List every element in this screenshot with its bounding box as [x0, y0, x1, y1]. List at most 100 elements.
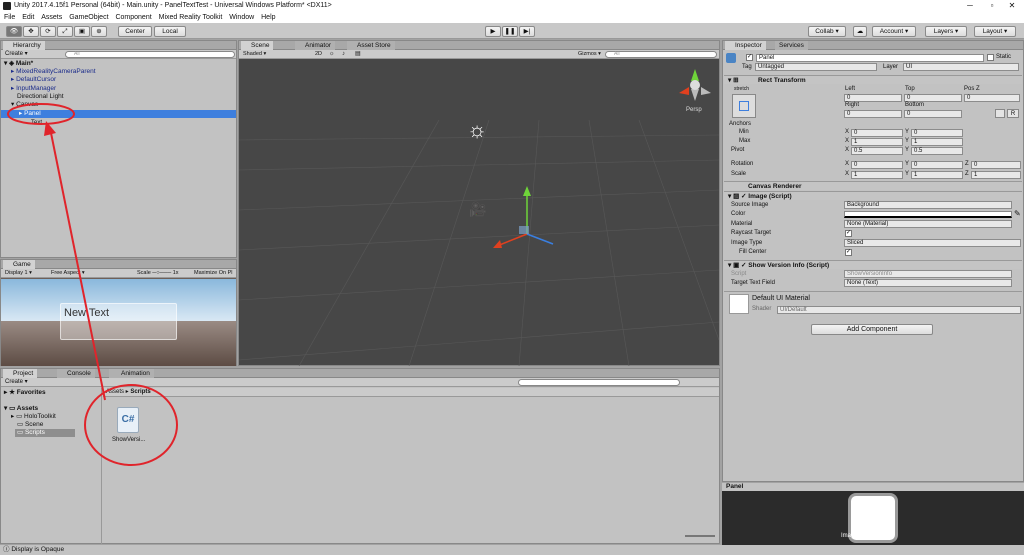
hierarchy-item-default-cursor[interactable]: ▸ DefaultCursor	[11, 76, 56, 84]
menu-file[interactable]: File	[4, 14, 15, 21]
scale-x[interactable]: 1	[851, 171, 903, 179]
menu-mrtk[interactable]: Mixed Reality Toolkit	[159, 14, 223, 21]
sun-icon[interactable]: ☼	[467, 117, 487, 143]
tag-select[interactable]: Untagged	[755, 63, 877, 71]
tab-scene[interactable]: Scene	[241, 41, 274, 50]
folder-scripts[interactable]: ▭ Scripts	[15, 429, 75, 437]
folder-holotoolkit[interactable]: ▸ ▭ HoloToolkit	[11, 413, 56, 421]
folder-scene[interactable]: ▭ Scene	[17, 421, 43, 429]
pivot-x[interactable]: 0.5	[851, 147, 903, 155]
image-type-select[interactable]: Sliced	[844, 239, 1021, 247]
play-icon[interactable]: ▶	[485, 26, 501, 37]
project-search-input[interactable]	[518, 379, 680, 386]
favorites-item[interactable]: ▸ ★ Favorites	[4, 389, 46, 397]
breadcrumb-assets[interactable]: Assets	[106, 389, 124, 395]
shader-select[interactable]: UI/Default	[777, 306, 1021, 314]
hierarchy-search-input[interactable]: All	[65, 51, 235, 58]
scale-z[interactable]: 1	[971, 171, 1021, 179]
camera-icon[interactable]: 🎥	[469, 201, 486, 218]
menu-help[interactable]: Help	[261, 14, 275, 21]
hierarchy-item-input-manager[interactable]: ▸ InputManager	[11, 85, 56, 93]
hand-tool-icon[interactable]: 👁	[6, 26, 22, 37]
add-component-button[interactable]: Add Component	[811, 324, 933, 335]
assets-root-item[interactable]: ▾ ▭ Assets	[4, 405, 38, 413]
static-checkbox[interactable]	[987, 54, 994, 61]
right-field[interactable]: 0	[844, 110, 902, 118]
lighting-icon[interactable]: ☼	[329, 50, 335, 59]
account-button[interactable]: Account ▾	[872, 26, 916, 37]
audio-icon[interactable]: ♪	[342, 50, 345, 59]
orientation-gizmo-icon[interactable]	[675, 65, 715, 105]
tab-services[interactable]: Services	[775, 41, 808, 50]
hierarchy-item-canvas[interactable]: ▾ Canvas	[11, 101, 38, 109]
tab-hierarchy[interactable]: Hierarchy	[3, 41, 45, 50]
rotation-x[interactable]: 0	[851, 161, 903, 169]
hierarchy-item-directional-light[interactable]: Directional Light	[17, 93, 64, 101]
rect-transform-header[interactable]: ▾ ⊞ Rect Transform	[724, 75, 1022, 84]
color-field[interactable]	[844, 211, 1012, 218]
scene-search-input[interactable]: All	[605, 51, 717, 58]
hierarchy-create-button[interactable]: Create ▾	[5, 50, 28, 59]
step-icon[interactable]: ▶|	[519, 26, 535, 37]
rect-tool-icon[interactable]: ▣	[74, 26, 90, 37]
pivot-y[interactable]: 0.5	[911, 147, 963, 155]
tab-project[interactable]: Project	[3, 369, 38, 378]
zoom-slider[interactable]	[685, 535, 715, 537]
move-tool-icon[interactable]: ✥	[23, 26, 39, 37]
eyedropper-icon[interactable]: ✎	[1014, 209, 1021, 218]
collab-button[interactable]: Collab ▾	[808, 26, 846, 37]
pivot-center-button[interactable]: Center	[118, 26, 152, 37]
persp-label[interactable]: Persp	[686, 107, 702, 113]
cloud-icon[interactable]: ☁	[853, 26, 867, 37]
shading-select[interactable]: Shaded ▾	[243, 50, 266, 59]
mode-2d-button[interactable]: 2D	[315, 50, 322, 59]
tab-inspector[interactable]: Inspector	[725, 41, 766, 50]
canvas-renderer-header[interactable]: Canvas Renderer	[724, 181, 1022, 190]
aspect-select[interactable]: Free Aspect ▾	[51, 269, 85, 278]
material-field[interactable]: None (Material)	[844, 220, 1012, 228]
rotation-z[interactable]: 0	[971, 161, 1021, 169]
anchor-min-y[interactable]: 0	[911, 129, 963, 137]
active-checkbox[interactable]: ✓	[746, 54, 753, 61]
layer-select[interactable]: UI	[903, 63, 1019, 71]
hierarchy-item-panel[interactable]: ▸ Panel	[1, 110, 236, 118]
maximize-on-play-toggle[interactable]: Maximize On Pl	[194, 269, 233, 278]
fill-center-checkbox[interactable]: ✓	[845, 249, 852, 256]
pause-icon[interactable]: ❚❚	[502, 26, 518, 37]
effects-icon[interactable]: ▤	[355, 50, 361, 59]
anchor-max-y[interactable]: 1	[911, 138, 963, 146]
tab-console[interactable]: Console	[57, 369, 95, 378]
layers-button[interactable]: Layers ▾	[925, 26, 967, 37]
tab-game[interactable]: Game	[3, 260, 35, 269]
move-gizmo-icon[interactable]	[491, 186, 561, 256]
raw-edit-button[interactable]: R	[1007, 109, 1019, 118]
scene-root[interactable]: ▾ ◈ Main*	[4, 60, 236, 68]
rotation-y[interactable]: 0	[911, 161, 963, 169]
anchor-preset-button[interactable]	[732, 94, 756, 118]
breadcrumb-scripts[interactable]: Scripts	[130, 389, 150, 395]
blueprint-button[interactable]	[995, 109, 1005, 118]
show-version-header[interactable]: ▾ ▣ ✓ Show Version Info (Script)	[724, 260, 1022, 269]
menu-window[interactable]: Window	[229, 14, 254, 21]
scale-y[interactable]: 1	[911, 171, 963, 179]
tab-asset-store[interactable]: Asset Store	[347, 41, 395, 50]
posz-field[interactable]: 0	[964, 94, 1020, 102]
scale-tool-icon[interactable]: ⤢	[57, 26, 73, 37]
anchor-min-x[interactable]: 0	[851, 129, 903, 137]
minimize-icon[interactable]: ─	[960, 0, 980, 12]
hierarchy-item-camera-parent[interactable]: ▸ MixedRealityCameraParent	[11, 68, 96, 76]
raycast-checkbox[interactable]: ✓	[845, 230, 852, 237]
project-create-button[interactable]: Create ▾	[5, 378, 28, 387]
tab-animator[interactable]: Animator	[295, 41, 336, 50]
target-text-field[interactable]: None (Text)	[844, 279, 1012, 287]
hierarchy-item-text[interactable]: Text	[31, 119, 42, 127]
rotate-tool-icon[interactable]: ⟳	[40, 26, 56, 37]
transform-tool-icon[interactable]: ⊕	[91, 26, 107, 37]
scale-slider[interactable]: Scale ─○─── 1x	[137, 269, 179, 278]
pivot-local-button[interactable]: Local	[154, 26, 186, 37]
object-name-field[interactable]: Panel	[756, 54, 984, 62]
display-select[interactable]: Display 1 ▾	[5, 269, 32, 278]
layout-button[interactable]: Layout ▾	[974, 26, 1016, 37]
source-image-field[interactable]: Background	[844, 201, 1012, 209]
bottom-field[interactable]: 0	[904, 110, 962, 118]
